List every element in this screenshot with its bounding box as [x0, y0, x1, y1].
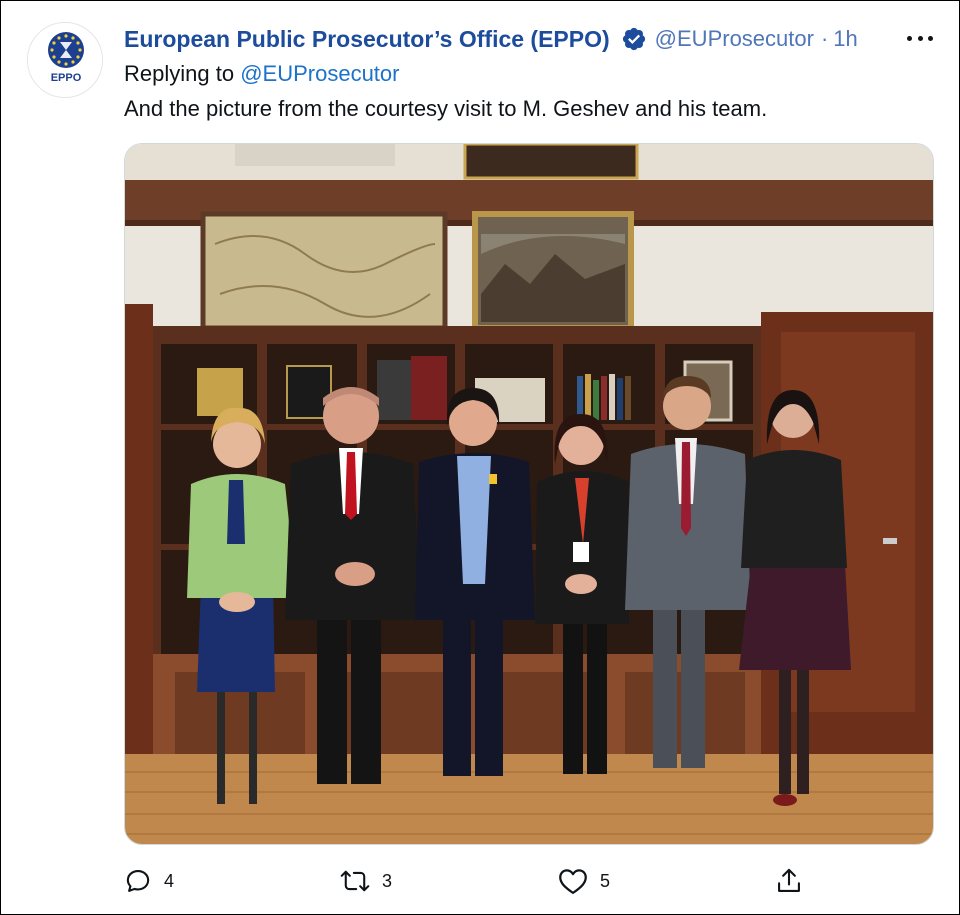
- display-name[interactable]: European Public Prosecutor’s Office (EPP…: [124, 26, 610, 53]
- retweet-count: 3: [382, 870, 393, 891]
- tweet-text: And the picture from the courtesy visit …: [124, 96, 768, 121]
- reply-icon: [126, 870, 150, 892]
- more-dot: [928, 35, 933, 41]
- more-icon[interactable]: [907, 27, 933, 49]
- replying-to-label: Replying to: [124, 61, 235, 86]
- separator-dot: ·: [820, 26, 829, 51]
- avatar[interactable]: EPPO: [27, 22, 103, 98]
- verified-badge-icon: [622, 27, 645, 51]
- timestamp[interactable]: 1h: [833, 26, 857, 52]
- action-bar: 4 3 5: [124, 863, 814, 899]
- retweet-button[interactable]: 3: [340, 863, 392, 899]
- eppo-logo: EPPO: [28, 23, 102, 97]
- tweet-card: EPPO European Public Prosecutor’s Office…: [0, 0, 960, 915]
- group-photo-image: [125, 144, 933, 844]
- tweet-photo[interactable]: [124, 143, 934, 845]
- replying-to-line: Replying to @EUProsecutor: [124, 61, 399, 87]
- handle[interactable]: @EUProsecutor: [655, 26, 814, 52]
- heart-icon: [559, 869, 587, 894]
- retweet-icon: [340, 870, 370, 892]
- more-dot: [907, 35, 912, 41]
- reply-mention-link[interactable]: @EUProsecutor: [240, 61, 399, 86]
- share-button[interactable]: [775, 863, 803, 899]
- share-icon: [778, 868, 800, 892]
- reply-count: 4: [164, 870, 175, 891]
- tweet-header: European Public Prosecutor’s Office (EPP…: [124, 23, 939, 55]
- more-dot: [917, 35, 923, 41]
- like-button[interactable]: 5: [558, 863, 610, 899]
- like-count: 5: [600, 870, 611, 891]
- avatar-text: EPPO: [51, 72, 82, 84]
- reply-button[interactable]: 4: [124, 863, 174, 899]
